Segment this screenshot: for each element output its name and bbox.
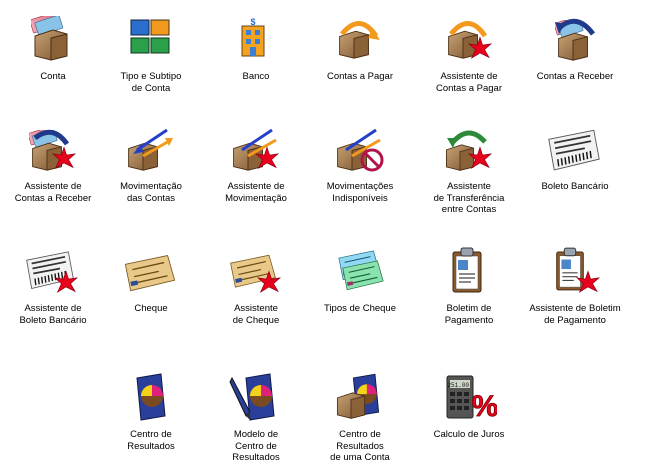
launcher-item-label: Centro de Resultados de uma Conta <box>330 429 390 463</box>
launcher-item-label: Contas a Receber <box>536 71 614 82</box>
barcode-slip-icon <box>547 129 601 171</box>
launcher-item[interactable]: Cheque <box>98 246 204 315</box>
launcher-item[interactable]: Modelo de Centro de Resultados <box>203 372 309 464</box>
launcher-item[interactable]: Assistente de Transferência entre Contas <box>416 124 522 216</box>
launcher-item-label: Conta <box>40 71 66 82</box>
launcher-item-label: Assistente de Boleto Bancário <box>19 303 87 326</box>
launcher-item[interactable]: Movimentação das Contas <box>98 124 204 204</box>
launcher-item[interactable]: 251.00% Calculo de Juros <box>416 372 522 441</box>
launcher-item-label: Movimentações Indisponíveis <box>326 181 394 204</box>
wallet-incoming-arrow-icon <box>555 18 596 61</box>
launcher-item[interactable]: Boletim de Pagamento <box>416 246 522 326</box>
launcher-item-label: Contas a Pagar <box>326 71 393 82</box>
launcher-item-label: Boletim de Pagamento <box>444 303 494 326</box>
cheque-icon <box>124 254 176 292</box>
launcher-item[interactable]: Contas a Receber <box>522 14 628 83</box>
launcher-item-label: Boleto Bancário <box>541 181 609 192</box>
launcher-item[interactable]: Assistente de Boletim de Pagamento <box>522 246 628 326</box>
launcher-item[interactable]: Assistente de Cheque <box>203 246 309 326</box>
launcher-item-label: Tipo e Subtipo de Conta <box>120 71 182 94</box>
calculator-percent-icon: 251.00% <box>446 375 497 423</box>
launcher-item[interactable]: Assistente de Contas a Pagar <box>416 14 522 94</box>
launcher-item-label: Assistente de Cheque <box>232 303 280 326</box>
wallet-transfer-wizard-icon <box>233 128 279 171</box>
launcher-item[interactable]: Centro de Resultados de uma Conta <box>307 372 413 464</box>
colored-wallets-icon <box>130 19 170 54</box>
wallet-transfer-blocked-icon <box>337 128 384 172</box>
launcher-item-label: Assistente de Transferência entre Contas <box>433 181 505 215</box>
launcher-item[interactable]: Boleto Bancário <box>522 124 628 193</box>
launcher-item-label: Assistente de Contas a Receber <box>14 181 92 204</box>
launcher-item-label: Tipos de Cheque <box>323 303 396 314</box>
launcher-item[interactable]: Movimentações Indisponíveis <box>307 124 413 204</box>
launcher-item[interactable]: Tipo e Subtipo de Conta <box>98 14 204 94</box>
bank-sign: $ <box>250 17 255 27</box>
wallet-money-icon <box>31 16 68 61</box>
transfer-wizard-icon <box>445 130 492 171</box>
launcher-item[interactable]: Conta <box>0 14 106 83</box>
launcher-item[interactable]: Centro de Resultados <box>98 372 204 452</box>
wallet-transfer-arrows-icon <box>128 128 173 171</box>
percent-symbol: % <box>472 390 497 423</box>
cheque-types-icon <box>338 250 384 291</box>
wallet-incoming-wizard-icon <box>29 129 76 171</box>
pie-chart-book-icon <box>136 373 166 421</box>
launcher-item-label: Movimentação das Contas <box>120 181 182 204</box>
launcher-item-label: Calculo de Juros <box>433 429 505 440</box>
launcher-item[interactable]: Contas a Pagar <box>307 14 413 83</box>
launcher-item-label: Modelo de Centro de Resultados <box>232 429 280 463</box>
launcher-item-label: Assistente de Contas a Pagar <box>435 71 502 94</box>
launcher-item-label: Centro de Resultados <box>127 429 175 452</box>
calculator-display: 251.00 <box>447 382 469 389</box>
wallet-pie-chart-icon <box>336 373 380 419</box>
wallet-outgoing-wizard-icon <box>448 21 492 59</box>
clipboard-payment-icon <box>452 247 482 293</box>
bank-building-icon: $ <box>241 17 265 57</box>
launcher-item[interactable]: Tipos de Cheque <box>307 246 413 315</box>
pie-chart-pen-icon <box>229 373 275 421</box>
barcode-slip-wizard-icon <box>25 250 78 293</box>
launcher-item[interactable]: Assistente de Contas a Receber <box>0 124 106 204</box>
launcher-item-label: Banco <box>242 71 270 82</box>
wallet-outgoing-arrow-icon <box>339 21 380 59</box>
launcher-item-label: Cheque <box>134 303 168 314</box>
launcher-item[interactable]: Assistente de Boleto Bancário <box>0 246 106 326</box>
launcher-item-label: Assistente de Boletim de Pagamento <box>529 303 621 326</box>
launcher-item-label: Assistente de Movimentação <box>225 181 287 204</box>
launcher-item[interactable]: $ Banco <box>203 14 309 83</box>
cheque-wizard-icon <box>229 254 281 293</box>
launcher-item[interactable]: Assistente de Movimentação <box>203 124 309 204</box>
clipboard-payment-wizard-icon <box>556 247 600 293</box>
